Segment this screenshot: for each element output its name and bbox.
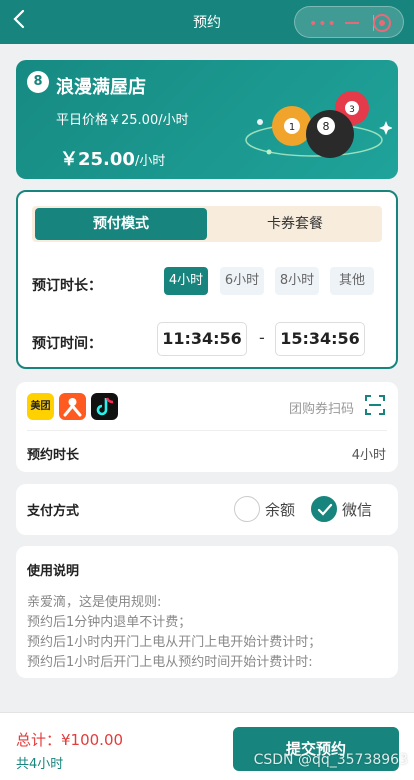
divider xyxy=(27,430,387,431)
svg-text:8: 8 xyxy=(323,120,330,133)
price-value: ￥25.00 xyxy=(60,149,135,170)
usage-title: 使用说明 xyxy=(27,564,80,579)
meituan-icon[interactable]: 美团 xyxy=(27,393,54,420)
billiard-balls-illustration: 3 1 8 xyxy=(245,91,392,158)
bottom-bar: 总计：¥100.00 共4小时 提交预约 CSDN @qq_35738963 xyxy=(0,712,414,780)
tab-prepaid-mode[interactable]: 预付模式 xyxy=(35,208,207,240)
wechat-radio[interactable] xyxy=(311,496,337,522)
mini-program-capsule: ••• xyxy=(294,6,404,38)
svg-text:3: 3 xyxy=(349,105,355,115)
store-banner: 8 浪漫满屋店 平日价格￥25.00/小时 ￥25.00/小时 3 1 8 xyxy=(16,60,398,179)
douyin-icon[interactable] xyxy=(91,393,118,420)
total-hours: 共4小时 xyxy=(16,757,64,772)
eight-ball-logo-icon: 8 xyxy=(27,71,49,93)
time-label: 预订时间： xyxy=(32,336,102,352)
tab-coupon-package[interactable]: 卡券套餐 xyxy=(210,208,380,240)
time-separator: - xyxy=(259,328,265,347)
duration-chip-other[interactable]: 其他 xyxy=(330,267,374,295)
usage-line: 预约后1小时内开门上电从开门上电开始计费计时； xyxy=(27,635,322,650)
weekday-price: 平日价格￥25.00/小时 xyxy=(56,113,189,128)
total-price: 总计：¥100.00 xyxy=(16,731,124,749)
more-dots-icon[interactable]: ••• xyxy=(309,16,337,32)
end-time-picker[interactable]: 15:34:56 xyxy=(275,322,365,356)
balance-option-label[interactable]: 余额 xyxy=(265,499,295,520)
scan-icon[interactable] xyxy=(364,394,386,416)
wechat-option-label[interactable]: 微信 xyxy=(342,499,372,520)
usage-instructions-card: 使用说明 亲爱滴，这是使用规则: 预约后1分钟内退单不计费； 预约后1小时内开门… xyxy=(16,546,398,678)
payment-method-card: 支付方式 余额 微信 xyxy=(16,484,398,535)
usage-line: 预约后1分钟内退单不计费； xyxy=(27,615,192,630)
duration-label: 预订时长： xyxy=(32,278,102,294)
store-name: 浪漫满屋店 xyxy=(56,77,146,98)
mode-tabs: 预付模式 卡券套餐 xyxy=(32,206,382,242)
booking-duration-value: 4小时 xyxy=(351,448,386,463)
usage-line: 亲爱滴，这是使用规则: xyxy=(27,595,162,610)
start-time-picker[interactable]: 11:34:56 xyxy=(157,322,247,356)
payment-label: 支付方式 xyxy=(27,504,80,519)
balance-radio[interactable] xyxy=(234,496,260,522)
nav-bar: 预约 ••• xyxy=(0,0,414,44)
coupon-card: 美团 团购券扫码 预约时长 4小时 xyxy=(16,382,398,472)
duration-chip-6h[interactable]: 6小时 xyxy=(220,267,264,295)
hourly-price: ￥25.00/小时 xyxy=(60,145,165,171)
duration-chip-8h[interactable]: 8小时 xyxy=(275,267,319,295)
usage-line: 预约后1小时后开门上电从预约时间开始计费计时: xyxy=(27,655,313,670)
watermark: CSDN @qq_35738963 xyxy=(253,752,408,768)
price-unit: /小时 xyxy=(134,154,166,169)
booking-mode-card: 预付模式 卡券套餐 预订时长： 4小时 6小时 8小时 其他 预订时间： 11:… xyxy=(16,190,398,369)
svg-text:1: 1 xyxy=(289,122,295,133)
kuaishou-icon[interactable] xyxy=(59,393,86,420)
booking-duration-label: 预约时长 xyxy=(27,448,80,463)
target-close-icon[interactable] xyxy=(373,14,391,32)
minimize-icon[interactable] xyxy=(345,22,359,24)
duration-chip-4h[interactable]: 4小时 xyxy=(164,267,208,295)
scan-coupon-text[interactable]: 团购券扫码 xyxy=(289,398,354,417)
